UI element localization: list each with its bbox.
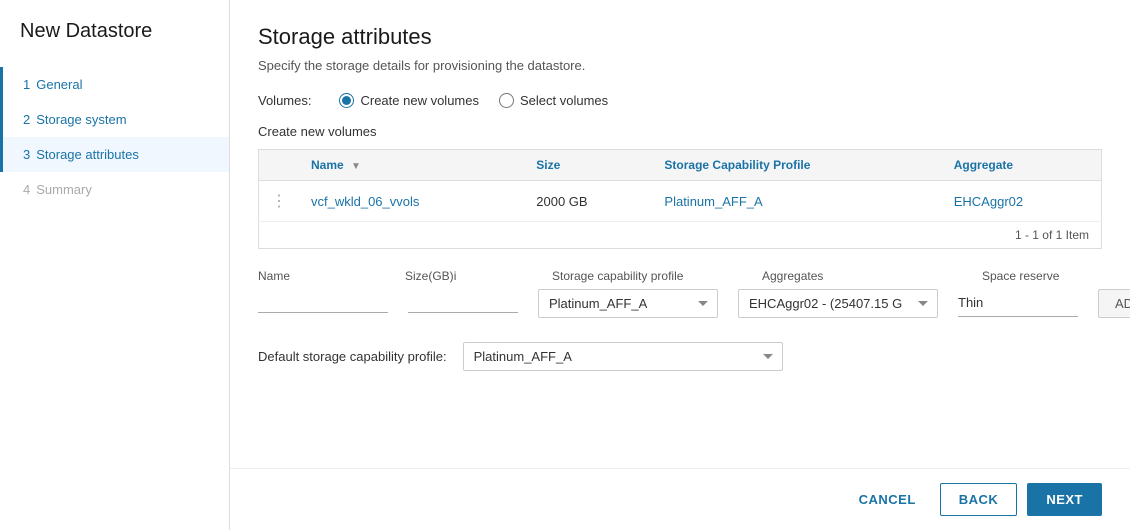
pagination-row: 1 - 1 of 1 Item: [259, 222, 1102, 249]
cancel-button[interactable]: CANCEL: [845, 484, 930, 515]
main-content: Storage attributes Specify the storage d…: [230, 0, 1130, 530]
label-profile: Storage capability profile: [552, 269, 742, 283]
page-subtitle: Specify the storage details for provisio…: [258, 58, 1102, 73]
label-name: Name: [258, 269, 385, 283]
row-size: 2000 GB: [524, 181, 652, 222]
row-profile[interactable]: Platinum_AFF_A: [652, 181, 941, 222]
sort-icon: ▼: [351, 161, 361, 172]
drag-handle[interactable]: ⋮: [259, 181, 300, 222]
page-title: Storage attributes: [258, 24, 1102, 50]
radio-create-input[interactable]: [339, 93, 354, 108]
radio-select-label: Select volumes: [520, 93, 608, 108]
default-profile-label: Default storage capability profile:: [258, 349, 447, 364]
field-profile: Platinum_AFF_A: [538, 289, 718, 318]
radio-create-label: Create new volumes: [360, 93, 479, 108]
sidebar-item-storage-system[interactable]: 2 Storage system: [0, 102, 229, 137]
aggregate-select[interactable]: EHCAggr02 - (25407.15 G: [738, 289, 938, 318]
back-button[interactable]: BACK: [940, 483, 1018, 516]
sidebar-item-general[interactable]: 1 General: [0, 67, 229, 102]
step-num-summary: 4: [23, 182, 30, 197]
profile-select[interactable]: Platinum_AFF_A: [538, 289, 718, 318]
pagination-text: 1 - 1 of 1 Item: [259, 222, 1102, 249]
step-num-storage-attributes: 3: [23, 147, 30, 162]
form-labels-row: Name Size(GB) i Storage capability profi…: [258, 269, 1102, 283]
table-row: ⋮ vcf_wkld_06_vvols 2000 GB Platinum_AFF…: [259, 181, 1102, 222]
col-name[interactable]: Name ▼: [299, 150, 524, 181]
field-size: [408, 289, 518, 313]
create-volumes-label: Create new volumes: [258, 124, 1102, 139]
volume-table: Name ▼ Size Storage Capability Profile A…: [258, 149, 1102, 249]
volumes-label: Volumes:: [258, 93, 311, 108]
radio-select-volumes[interactable]: Select volumes: [499, 93, 608, 108]
size-info-icon[interactable]: i: [454, 269, 457, 283]
label-aggregate: Aggregates: [762, 269, 962, 283]
default-profile-row: Default storage capability profile: Plat…: [258, 342, 1102, 371]
sidebar-item-label-storage-system: Storage system: [36, 112, 126, 127]
label-space-reserve: Space reserve: [982, 269, 1102, 283]
space-reserve-value: Thin: [958, 289, 1078, 317]
footer: CANCEL BACK NEXT: [230, 468, 1130, 530]
volumes-row: Volumes: Create new volumes Select volum…: [258, 93, 1102, 108]
row-aggregate[interactable]: EHCAggr02: [942, 181, 1102, 222]
sidebar-item-label-summary: Summary: [36, 182, 92, 197]
sidebar-item-label-storage-attributes: Storage attributes: [36, 147, 139, 162]
row-name[interactable]: vcf_wkld_06_vvols: [299, 181, 524, 222]
col-aggregate: Aggregate: [942, 150, 1102, 181]
col-drag: [259, 150, 300, 181]
sidebar: New Datastore 1 General 2 Storage system…: [0, 0, 230, 530]
sidebar-item-summary: 4 Summary: [0, 172, 229, 207]
form-inputs-row: Platinum_AFF_A EHCAggr02 - (25407.15 G T…: [258, 289, 1102, 318]
label-size: Size(GB) i: [405, 269, 532, 283]
col-size: Size: [524, 150, 652, 181]
next-button[interactable]: NEXT: [1027, 483, 1102, 516]
sidebar-item-label-general: General: [36, 77, 82, 92]
field-aggregate: EHCAggr02 - (25407.15 G: [738, 289, 938, 318]
radio-select-input[interactable]: [499, 93, 514, 108]
size-input[interactable]: [408, 289, 518, 313]
default-profile-select[interactable]: Platinum_AFF_A: [463, 342, 783, 371]
name-input[interactable]: [258, 289, 388, 313]
sidebar-title: New Datastore: [0, 20, 229, 67]
sidebar-item-storage-attributes[interactable]: 3 Storage attributes: [0, 137, 229, 172]
radio-create-volumes[interactable]: Create new volumes: [339, 93, 479, 108]
step-num-general: 1: [23, 77, 30, 92]
col-profile: Storage Capability Profile: [652, 150, 941, 181]
field-space-reserve: Thin: [958, 289, 1078, 317]
step-num-storage-system: 2: [23, 112, 30, 127]
field-name: [258, 289, 388, 313]
add-button[interactable]: ADD: [1098, 289, 1130, 318]
